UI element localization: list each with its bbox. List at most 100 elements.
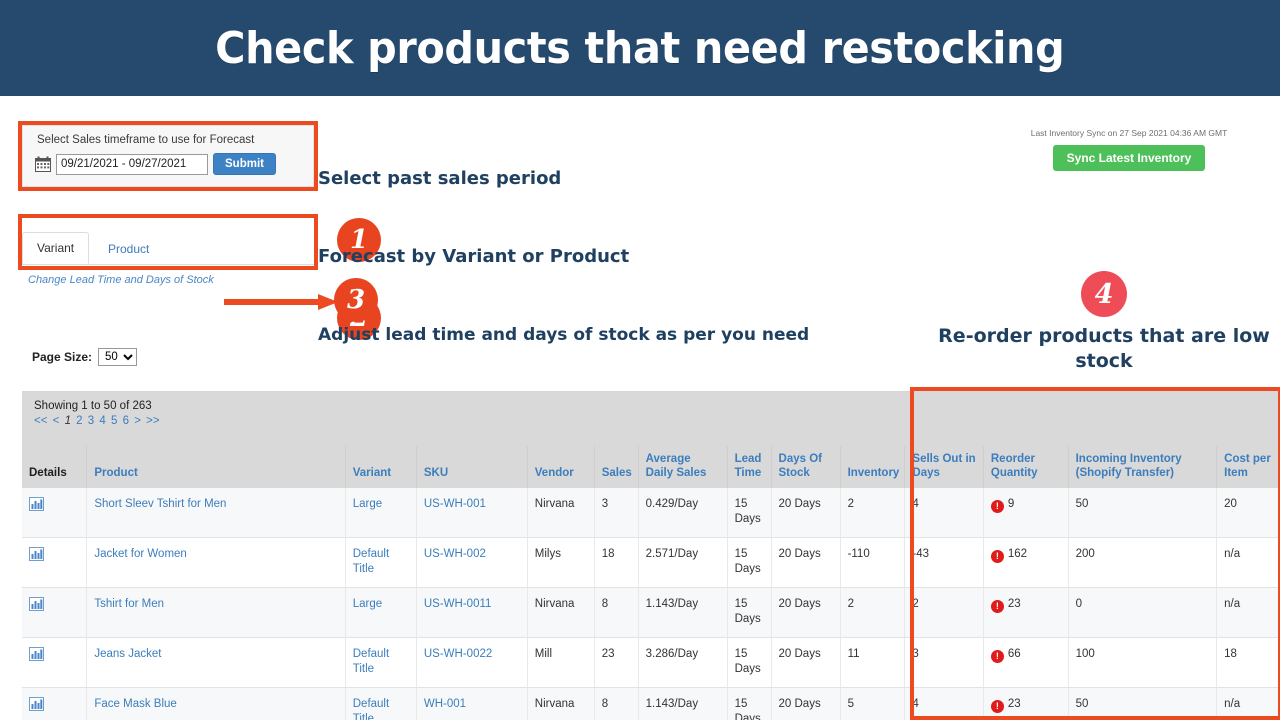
cell-vendor: Nirvana bbox=[527, 587, 595, 638]
page-last[interactable]: >> bbox=[146, 415, 159, 427]
cell-vendor: Mill bbox=[527, 637, 595, 688]
cell-cost-per-item: n/a bbox=[1216, 587, 1280, 638]
submit-button[interactable]: Submit bbox=[213, 153, 276, 175]
change-lead-time-link[interactable]: Change Lead Time and Days of Stock bbox=[28, 274, 214, 286]
page-next[interactable]: > bbox=[134, 415, 141, 427]
page-1[interactable]: 1 bbox=[65, 415, 71, 427]
cell-incoming-inventory: 200 bbox=[1068, 537, 1218, 588]
col-reorder-quantity[interactable]: Reorder Quantity bbox=[983, 446, 1069, 488]
cell-sku[interactable]: US-WH-002 bbox=[416, 537, 528, 588]
cell-variant[interactable]: Default Title bbox=[345, 637, 417, 688]
cell-vendor: Nirvana bbox=[527, 687, 595, 720]
page-2[interactable]: 2 bbox=[76, 415, 82, 427]
col-sku[interactable]: SKU bbox=[416, 446, 528, 488]
cell-sku[interactable]: WH-001 bbox=[416, 687, 528, 720]
table-row: Short Sleev Tshirt for Men Large US-WH-001… bbox=[22, 487, 1280, 538]
cell-incoming-inventory: 0 bbox=[1068, 587, 1218, 638]
timeframe-controls: Submit bbox=[35, 153, 276, 175]
cell-sales: 8 bbox=[594, 687, 639, 720]
annotation-text-3: Adjust lead time and days of stock as pe… bbox=[318, 325, 810, 345]
cell-details-bar-chart-icon[interactable] bbox=[22, 537, 88, 588]
cell-reorder-quantity: ! 9 bbox=[983, 487, 1069, 538]
col-inventory[interactable]: Inventory bbox=[840, 446, 906, 488]
cell-sales: 18 bbox=[594, 537, 639, 588]
cell-cost-per-item: 20 bbox=[1216, 487, 1280, 538]
page-size-select[interactable]: 50 bbox=[98, 348, 138, 366]
page-4[interactable]: 4 bbox=[99, 415, 105, 427]
cell-reorder-quantity: ! 23 bbox=[983, 587, 1069, 638]
cell-product[interactable]: Jacket for Women bbox=[86, 537, 346, 588]
cell-inventory: 2 bbox=[840, 587, 906, 638]
page-5[interactable]: 5 bbox=[111, 415, 117, 427]
col-variant[interactable]: Variant bbox=[345, 446, 417, 488]
cell-variant[interactable]: Default Title bbox=[345, 687, 417, 720]
cell-days-of-stock: 20 Days bbox=[771, 537, 841, 588]
cell-lead-time: 15 Days bbox=[727, 487, 772, 538]
cell-inventory: 11 bbox=[840, 637, 906, 688]
cell-inventory: 2 bbox=[840, 487, 906, 538]
cell-average-daily-sales: 1.143/Day bbox=[638, 687, 728, 720]
cell-lead-time: 15 Days bbox=[727, 687, 772, 720]
cell-days-of-stock: 20 Days bbox=[771, 687, 841, 720]
cell-inventory: 5 bbox=[840, 687, 906, 720]
cell-days-of-stock: 20 Days bbox=[771, 487, 841, 538]
cell-lead-time: 15 Days bbox=[727, 587, 772, 638]
page-prev[interactable]: < bbox=[53, 415, 60, 427]
annotation-text-4: Re-order products that are low stock bbox=[938, 325, 1270, 372]
cell-sku[interactable]: US-WH-0011 bbox=[416, 587, 528, 638]
cell-variant[interactable]: Default Title bbox=[345, 537, 417, 588]
page-6[interactable]: 6 bbox=[123, 415, 129, 427]
cell-product[interactable]: Jeans Jacket bbox=[86, 637, 346, 688]
annotation-arrow-3 bbox=[222, 292, 342, 317]
tab-variant[interactable]: Variant bbox=[22, 232, 90, 264]
table-meta: Showing 1 to 50 of 263 << < 1 2 3 4 5 6 … bbox=[22, 392, 1280, 446]
page-size-control: Page Size: 50 bbox=[32, 348, 138, 366]
col-sells-out-in-days[interactable]: Sells Out in Days bbox=[904, 446, 984, 488]
tab-product[interactable]: Product bbox=[94, 234, 163, 264]
cell-lead-time: 15 Days bbox=[727, 537, 772, 588]
cell-incoming-inventory: 50 bbox=[1068, 687, 1218, 720]
cell-product[interactable]: Tshirt for Men bbox=[86, 587, 346, 638]
table-body: Short Sleev Tshirt for Men Large US-WH-001… bbox=[22, 487, 1280, 720]
cell-cost-per-item: n/a bbox=[1216, 537, 1280, 588]
cell-sales: 3 bbox=[594, 487, 639, 538]
col-sales[interactable]: Sales bbox=[594, 446, 639, 488]
cell-product[interactable]: Short Sleev Tshirt for Men bbox=[86, 487, 346, 538]
col-lead-time[interactable]: Lead Time bbox=[727, 446, 772, 488]
last-sync-status: Last Inventory Sync on 27 Sep 2021 04:36… bbox=[1030, 128, 1228, 138]
cell-details-bar-chart-icon[interactable] bbox=[22, 637, 88, 688]
cell-details-bar-chart-icon[interactable] bbox=[22, 587, 88, 638]
col-cost-per-item[interactable]: Cost per Item bbox=[1216, 446, 1280, 488]
annotation-circle-3: 3 bbox=[334, 278, 378, 322]
annotation-circle-2: 2 bbox=[337, 296, 381, 340]
annotation-circle-1: 1 bbox=[337, 218, 381, 262]
cell-sku[interactable]: US-WH-0022 bbox=[416, 637, 528, 688]
table-row: Jeans Jacket Default Title US-WH-0022 Mill 2… bbox=[22, 637, 1280, 688]
inventory-table-wrapper: Showing 1 to 50 of 263 << < 1 2 3 4 5 6 … bbox=[22, 391, 1280, 720]
cell-variant[interactable]: Large bbox=[345, 487, 417, 538]
table-row: Jacket for Women Default Title US-WH-002 Mi… bbox=[22, 537, 1280, 588]
cell-variant[interactable]: Large bbox=[345, 587, 417, 638]
page-3[interactable]: 3 bbox=[88, 415, 94, 427]
col-days-of-stock[interactable]: Days Of Stock bbox=[771, 446, 841, 488]
col-incoming-inventory[interactable]: Incoming Inventory (Shopify Transfer) bbox=[1068, 446, 1218, 488]
date-range-input[interactable] bbox=[56, 153, 208, 175]
alert-icon: ! bbox=[990, 599, 1004, 613]
sync-latest-inventory-button[interactable]: Sync Latest Inventory bbox=[1052, 145, 1206, 171]
cell-sku[interactable]: US-WH-001 bbox=[416, 487, 528, 538]
timeframe-label: Select Sales timeframe to use for Foreca… bbox=[37, 134, 255, 146]
page-first[interactable]: << bbox=[34, 415, 47, 427]
col-product[interactable]: Product bbox=[86, 446, 346, 488]
cell-details-bar-chart-icon[interactable] bbox=[22, 487, 88, 538]
alert-icon: ! bbox=[990, 549, 1004, 563]
calendar-icon[interactable] bbox=[35, 156, 51, 172]
cell-average-daily-sales: 1.143/Day bbox=[638, 587, 728, 638]
annotation-text-2: Forecast by Variant or Product bbox=[318, 246, 630, 267]
page-title: Check products that need restocking bbox=[215, 22, 1065, 74]
col-average-daily-sales[interactable]: Average Daily Sales bbox=[638, 446, 728, 488]
col-vendor[interactable]: Vendor bbox=[527, 446, 595, 488]
cell-product[interactable]: Face Mask Blue bbox=[86, 687, 346, 720]
cell-sells-out-in-days: 4 bbox=[904, 487, 984, 538]
pagination: << < 1 2 3 4 5 6 > >> bbox=[34, 415, 1270, 427]
cell-details-bar-chart-icon[interactable] bbox=[22, 687, 88, 720]
